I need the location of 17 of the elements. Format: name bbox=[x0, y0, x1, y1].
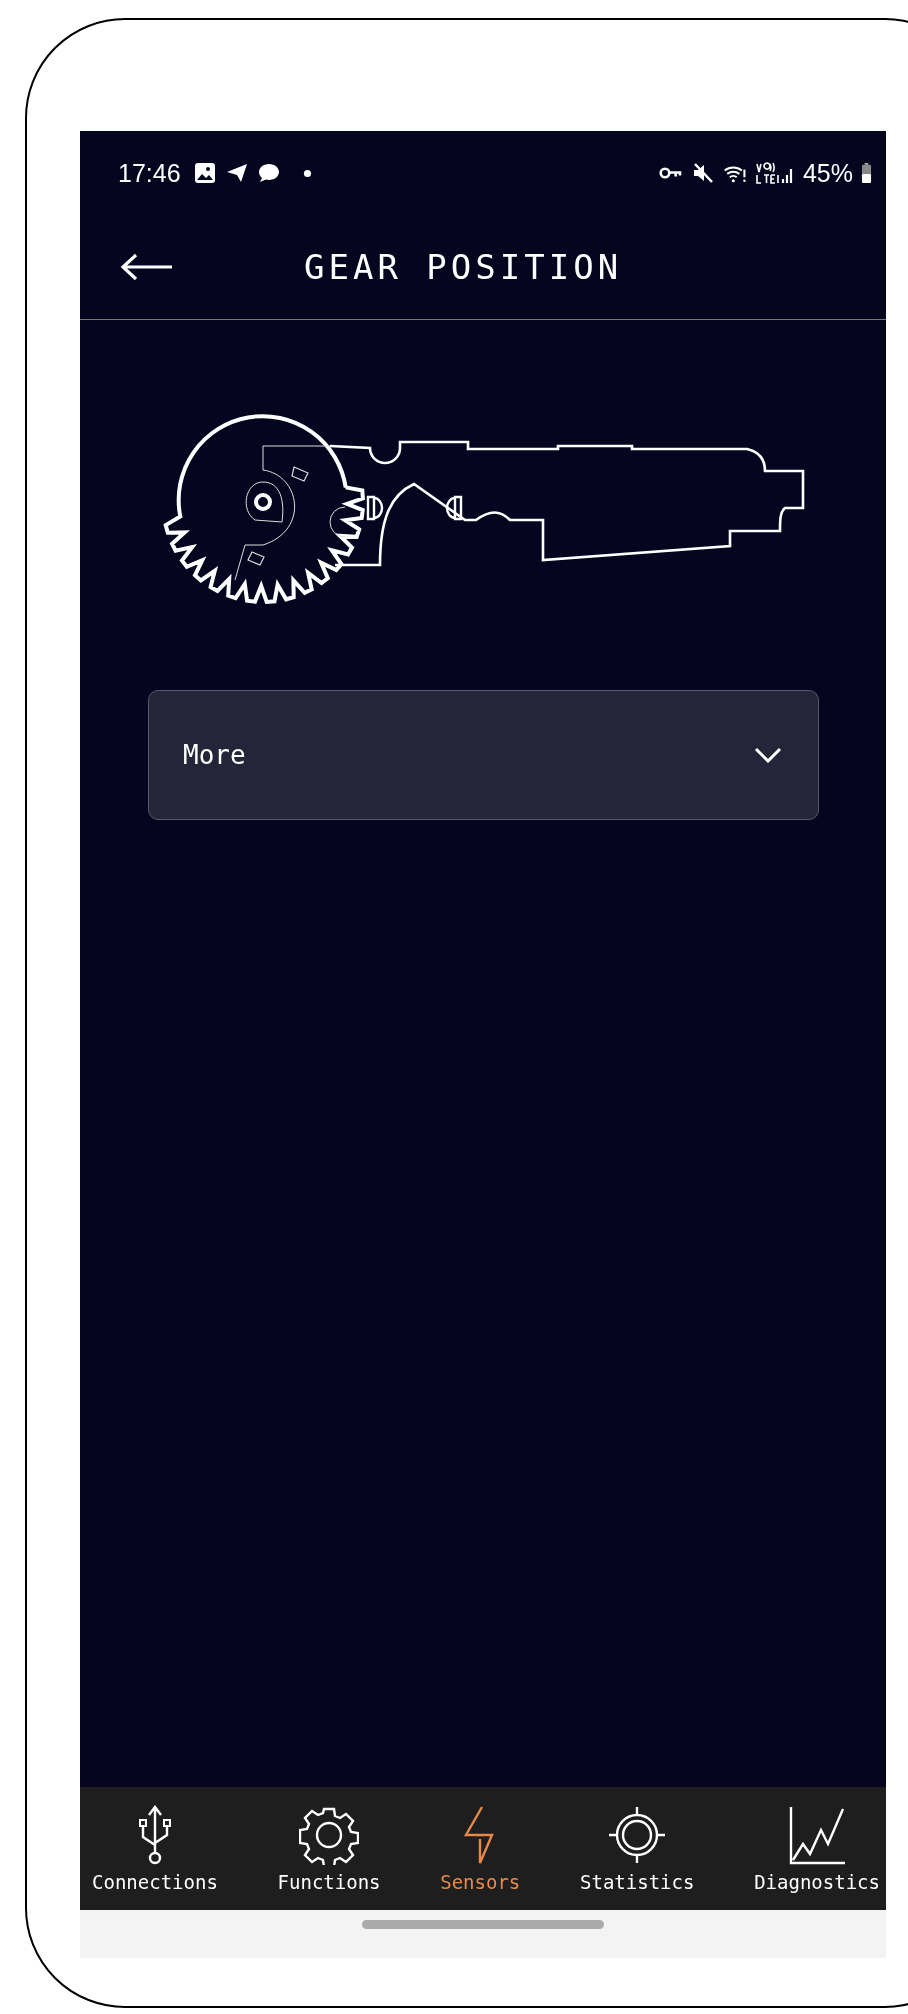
crosshair-icon bbox=[607, 1804, 668, 1865]
gallery-icon bbox=[192, 161, 217, 185]
battery-percentage: 45% bbox=[802, 158, 853, 188]
nav-tab[interactable]: Sensors bbox=[436, 1787, 525, 1910]
nav-tab[interactable]: Statistics bbox=[576, 1787, 699, 1910]
screen-title: GEAR POSITION bbox=[304, 247, 623, 287]
nav-tab[interactable]: Diagnostics bbox=[750, 1787, 884, 1910]
status-time: 17:46 bbox=[118, 158, 181, 188]
nav-tab[interactable]: Connections bbox=[88, 1787, 222, 1910]
chat-bubble-icon bbox=[256, 161, 281, 185]
nav-tab[interactable]: Functions bbox=[273, 1787, 385, 1910]
battery-icon bbox=[861, 163, 872, 183]
line-chart-icon bbox=[787, 1804, 848, 1865]
back-arrow-icon[interactable] bbox=[120, 252, 174, 282]
lte-signal-icon bbox=[754, 161, 795, 185]
more-dropdown[interactable]: More bbox=[148, 690, 819, 820]
notification-dot-icon bbox=[302, 168, 312, 178]
